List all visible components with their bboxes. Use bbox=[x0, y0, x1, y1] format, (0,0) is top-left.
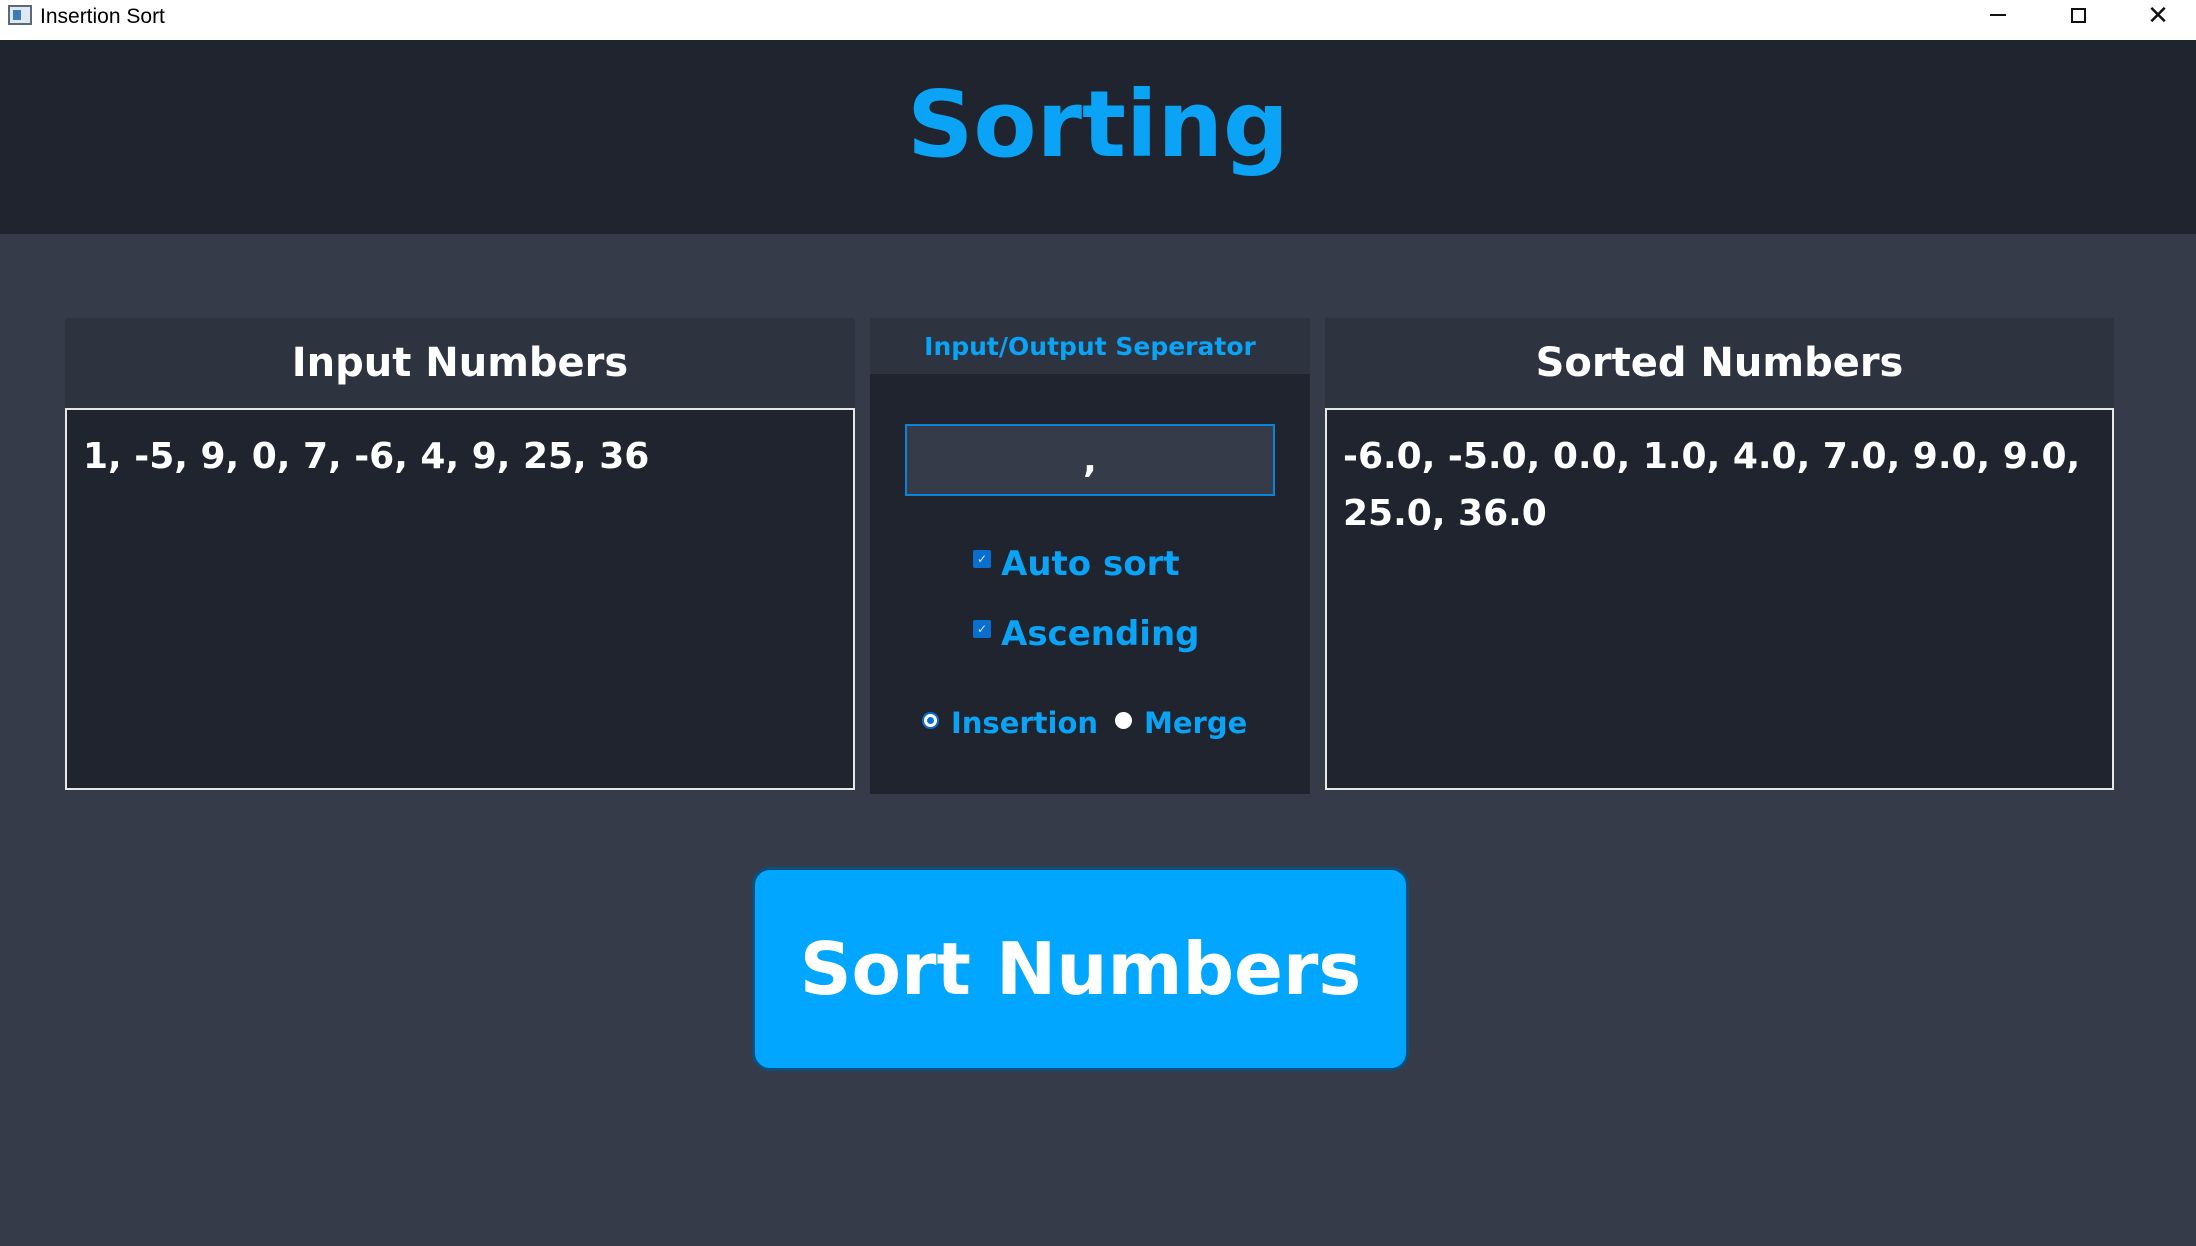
minimize-button[interactable] bbox=[1958, 0, 2038, 30]
minimize-icon bbox=[1990, 14, 2006, 16]
insertion-radio[interactable]: Insertion bbox=[922, 706, 1098, 740]
maximize-button[interactable] bbox=[2038, 0, 2118, 30]
sorted-numbers-heading: Sorted Numbers bbox=[1325, 318, 2114, 408]
window-titlebar: Insertion Sort ✕ bbox=[0, 0, 2196, 40]
sort-numbers-button[interactable]: Sort Numbers bbox=[752, 867, 1409, 1071]
insertion-label: Insertion bbox=[951, 706, 1099, 740]
auto-sort-label: Auto sort bbox=[1001, 544, 1180, 584]
auto-sort-checkbox[interactable]: ✓ Auto sort bbox=[973, 544, 1180, 584]
maximize-icon bbox=[2070, 7, 2086, 23]
input-numbers-field[interactable]: 1, -5, 9, 0, 7, -6, 4, 9, 25, 36 bbox=[65, 408, 855, 790]
separator-input[interactable] bbox=[905, 424, 1275, 496]
close-button[interactable]: ✕ bbox=[2118, 0, 2196, 30]
radio-unselected-icon bbox=[1115, 711, 1132, 729]
ascending-label: Ascending bbox=[1001, 614, 1200, 654]
app-header: Sorting bbox=[0, 40, 2196, 234]
ascending-checkbox[interactable]: ✓ Ascending bbox=[973, 614, 1200, 654]
merge-radio[interactable]: Merge bbox=[1115, 706, 1247, 740]
separator-heading: Input/Output Seperator bbox=[870, 318, 1310, 374]
merge-label: Merge bbox=[1144, 706, 1248, 740]
checkbox-checked-icon: ✓ bbox=[973, 620, 991, 638]
close-icon: ✕ bbox=[2147, 0, 2169, 30]
radio-selected-icon bbox=[922, 711, 939, 729]
page-title: Sorting bbox=[907, 71, 1289, 178]
checkbox-checked-icon: ✓ bbox=[973, 550, 991, 568]
window-title: Insertion Sort bbox=[40, 5, 165, 28]
options-panel: Input/Output Seperator ✓ Auto sort ✓ Asc… bbox=[870, 318, 1310, 794]
app-window-icon bbox=[8, 5, 32, 25]
sorted-numbers-field[interactable]: -6.0, -5.0, 0.0, 1.0, 4.0, 7.0, 9.0, 9.0… bbox=[1325, 408, 2114, 790]
input-numbers-heading: Input Numbers bbox=[65, 318, 855, 408]
